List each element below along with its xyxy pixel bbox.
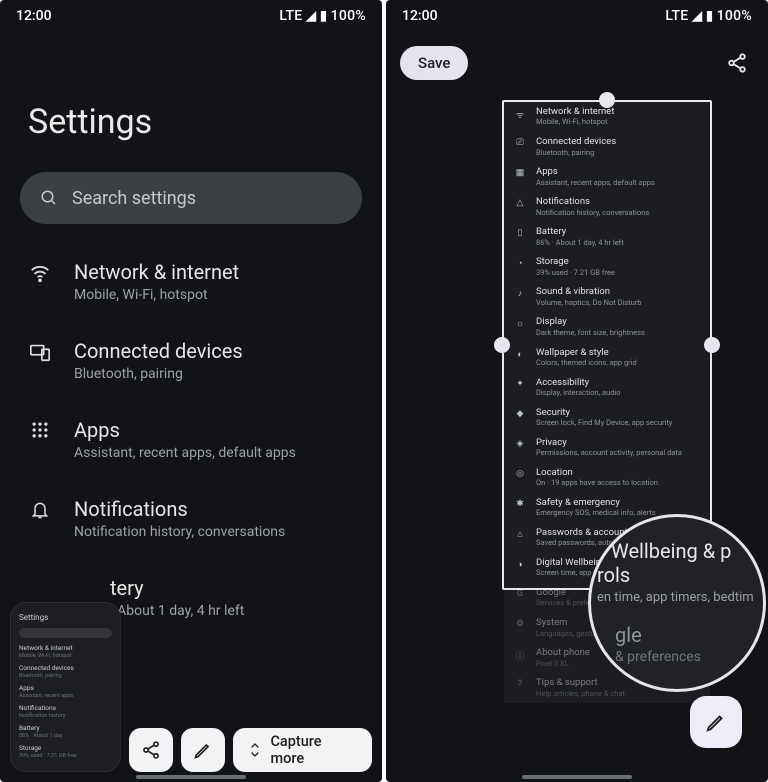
battery-icon: ▮ — [706, 8, 714, 24]
settings-screen: 12:00 LTE ◢ ▮ 100% Settings Search setti… — [0, 0, 382, 782]
share-icon — [726, 52, 748, 74]
mag-line1a: Wellbeing & p — [611, 539, 763, 563]
mag-line3: gle — [615, 623, 763, 647]
devices-icon — [28, 339, 52, 363]
share-button[interactable] — [129, 728, 173, 772]
mag-line4: & preferences — [615, 649, 763, 665]
mag-line1b: rols — [597, 563, 763, 587]
settings-item-label: Connected devices — [74, 339, 358, 363]
edit-fab[interactable] — [690, 696, 742, 748]
search-placeholder: Search settings — [72, 188, 196, 209]
settings-item-label: Notifications — [74, 497, 358, 521]
settings-item-label: tery — [110, 576, 358, 600]
share-button[interactable] — [726, 52, 748, 74]
pencil-icon — [705, 711, 727, 733]
screenshot-thumbnail[interactable]: Settings Network & internetMobile, Wi-Fi… — [10, 602, 121, 772]
search-settings[interactable]: Search settings — [20, 172, 362, 224]
mag-line2: en time, app timers, bedtim — [597, 590, 763, 605]
status-bar: 12:00 LTE ◢ ▮ 100% — [386, 0, 768, 32]
scroll-item-icon: ⓘ — [514, 648, 526, 662]
save-button[interactable]: Save — [400, 46, 468, 80]
scroll-item-icon: ⚙ — [514, 618, 526, 629]
page-title: Settings — [28, 102, 354, 142]
battery-percent: 100% — [331, 8, 366, 24]
settings-item-label: Apps — [74, 418, 358, 442]
network-label: LTE — [665, 8, 688, 24]
clock: 12:00 — [16, 8, 52, 24]
settings-item-sub: Notification history, conversations — [74, 524, 358, 540]
screenshot-tray: Settings Network & internetMobile, Wi-Fi… — [10, 602, 372, 772]
grid-icon — [28, 418, 52, 440]
status-right: LTE ◢ ▮ 100% — [279, 8, 366, 24]
battery-percent: 100% — [717, 8, 752, 24]
signal-icon: ◢ — [306, 8, 317, 24]
settings-item-wifi[interactable]: Network & internet Mobile, Wi-Fi, hotspot — [0, 242, 382, 321]
settings-item-sub: Assistant, recent apps, default apps — [74, 445, 358, 461]
save-label: Save — [418, 54, 450, 72]
edit-button[interactable] — [181, 728, 225, 772]
battery-icon: ▮ — [320, 8, 328, 24]
capture-more-button[interactable]: Capture more — [233, 728, 372, 772]
screenshot-editor-screen: 12:00 LTE ◢ ▮ 100% Save ᯤNetwork & inter… — [386, 0, 768, 782]
bell-icon — [28, 497, 52, 521]
signal-icon: ◢ — [692, 8, 703, 24]
pencil-icon — [193, 740, 213, 760]
crop-handle-top[interactable] — [599, 92, 615, 108]
settings-item-label: Network & internet — [74, 260, 358, 284]
search-icon — [40, 189, 58, 207]
thumb-search — [19, 628, 112, 638]
wifi-icon — [28, 260, 52, 284]
capture-more-label: Capture more — [270, 733, 358, 767]
thumb-title: Settings — [19, 613, 112, 622]
clock: 12:00 — [402, 8, 438, 24]
crop-handle-left[interactable] — [494, 337, 510, 353]
home-indicator[interactable] — [522, 775, 632, 779]
scroll-item-icon: ? — [514, 678, 526, 689]
settings-item-devices[interactable]: Connected devices Bluetooth, pairing — [0, 321, 382, 400]
network-label: LTE — [279, 8, 302, 24]
settings-item-sub: Bluetooth, pairing — [74, 366, 358, 382]
home-indicator[interactable] — [136, 775, 246, 779]
status-right: LTE ◢ ▮ 100% — [665, 8, 752, 24]
settings-item-bell[interactable]: Notifications Notification history, conve… — [0, 479, 382, 558]
status-bar: 12:00 LTE ◢ ▮ 100% — [0, 0, 382, 32]
settings-item-grid[interactable]: Apps Assistant, recent apps, default apps — [0, 400, 382, 479]
crop-handle-right[interactable] — [704, 337, 720, 353]
capture-more-icon — [247, 740, 263, 760]
share-icon — [141, 740, 161, 760]
magnifier: Wellbeing & p rols en time, app timers, … — [588, 514, 766, 692]
settings-item-sub: Mobile, Wi-Fi, hotspot — [74, 287, 358, 303]
